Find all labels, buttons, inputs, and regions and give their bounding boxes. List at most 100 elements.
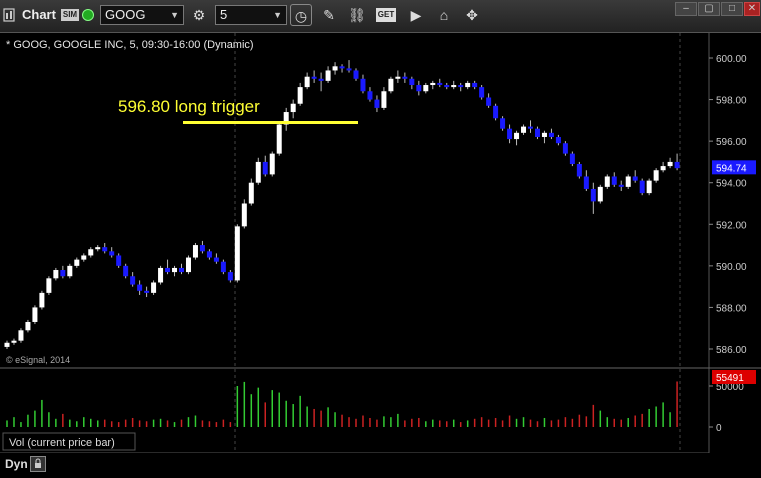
candle-body: [304, 76, 310, 88]
volume-tick-label: 0: [716, 423, 722, 434]
candle-body: [437, 82, 443, 86]
candle-body: [220, 261, 226, 273]
candle-body: [269, 153, 275, 175]
candle-body: [528, 126, 533, 129]
candle-body: [507, 128, 513, 140]
candle-body: [144, 290, 150, 293]
candle-body: [674, 161, 680, 169]
candle-body: [402, 76, 408, 79]
candle-body: [409, 78, 415, 86]
candle-body: [74, 259, 80, 266]
candle-body: [165, 267, 171, 273]
candle-body: [255, 161, 261, 183]
candle-body: [297, 87, 303, 104]
price-tick-label: 590.00: [716, 262, 747, 273]
candle-body: [653, 170, 659, 181]
candle-body: [276, 124, 282, 154]
candle-body: [534, 128, 540, 137]
candle-body: [576, 164, 582, 177]
candle-body: [199, 245, 205, 252]
chart-header: * GOOG, GOOGLE INC, 5, 09:30-16:00 (Dyna…: [6, 39, 254, 51]
candle-body: [185, 257, 191, 273]
watermark: © eSignal, 2014: [6, 355, 70, 365]
candle-body: [241, 203, 247, 227]
candle-body: [451, 85, 457, 88]
candle-body: [179, 267, 184, 273]
candle-body: [206, 251, 212, 258]
last-volume-text: 55491: [716, 373, 744, 384]
candle-body: [597, 186, 603, 202]
candle-body: [667, 161, 673, 167]
last-price-text: 594.74: [716, 163, 747, 174]
candle-body: [353, 70, 359, 79]
candle-body: [311, 76, 317, 79]
candle-body: [248, 182, 254, 204]
price-chart[interactable]: 600.00 598.00 596.00 594.00 592.00 590.00 588.…: [0, 0, 761, 478]
candle-body: [395, 76, 401, 79]
candle-body: [137, 284, 143, 291]
price-tick-label: 600.00: [716, 54, 747, 65]
candle-body: [639, 180, 645, 194]
candle-body: [116, 255, 122, 266]
candle-body: [541, 132, 547, 137]
candle-body: [521, 126, 527, 133]
price-tick-label: 586.00: [716, 345, 747, 356]
candle-body: [479, 87, 485, 98]
candle-body: [583, 176, 589, 189]
price-tick-label: 598.00: [716, 96, 747, 107]
candle-body: [562, 143, 568, 154]
price-tick-label: 596.00: [716, 137, 747, 148]
candle-body: [444, 85, 450, 88]
candle-body: [646, 180, 652, 194]
candle-body: [339, 66, 345, 69]
trigger-annotation: 596.80 long trigger: [118, 97, 260, 116]
candle-body: [4, 342, 10, 347]
candle-body: [346, 68, 352, 71]
candle-body: [325, 70, 331, 81]
candle-body: [374, 99, 380, 108]
candle-body: [109, 251, 115, 256]
candle-body: [39, 292, 45, 308]
candle-body: [472, 82, 478, 88]
candle-body: [60, 270, 66, 277]
volume-label: Vol (current price bar): [9, 437, 115, 449]
candle-body: [388, 78, 394, 92]
candle-body: [158, 267, 164, 283]
candle-body: [130, 276, 136, 285]
price-tick-label: 592.00: [716, 220, 747, 231]
candle-body: [611, 176, 617, 185]
candle-body: [46, 278, 52, 293]
candle-body: [18, 330, 24, 341]
candle-body: [430, 82, 436, 86]
candle-body: [318, 78, 324, 81]
candle-body: [381, 91, 387, 108]
dyn-label: Dyn: [5, 457, 28, 471]
candle-body: [192, 245, 198, 258]
candle-body: [25, 321, 31, 331]
candle-body: [660, 166, 666, 171]
bottom-bar: Dyn: [0, 453, 761, 478]
candle-body: [88, 249, 94, 256]
candle-body: [604, 176, 610, 187]
candle-body: [548, 132, 554, 137]
price-tick-label: 588.00: [716, 303, 747, 314]
candle-body: [81, 255, 87, 260]
candle-body: [95, 247, 101, 250]
candle-body: [234, 226, 240, 281]
candle-body: [590, 188, 596, 202]
candle-body: [465, 82, 471, 88]
candle-body: [493, 105, 499, 119]
candle-body: [458, 85, 464, 88]
candle-body: [67, 265, 73, 277]
scale-lock-icon[interactable]: [30, 456, 46, 472]
candle-body: [360, 78, 366, 92]
candle-body: [486, 97, 492, 106]
candle-body: [123, 265, 129, 277]
candle-body: [172, 267, 178, 273]
candle-body: [618, 184, 624, 187]
candle-body: [500, 118, 506, 129]
candle-body: [555, 136, 561, 144]
price-tick-label: 594.00: [716, 179, 747, 190]
candle-body: [625, 176, 631, 187]
candle-body: [416, 85, 422, 92]
